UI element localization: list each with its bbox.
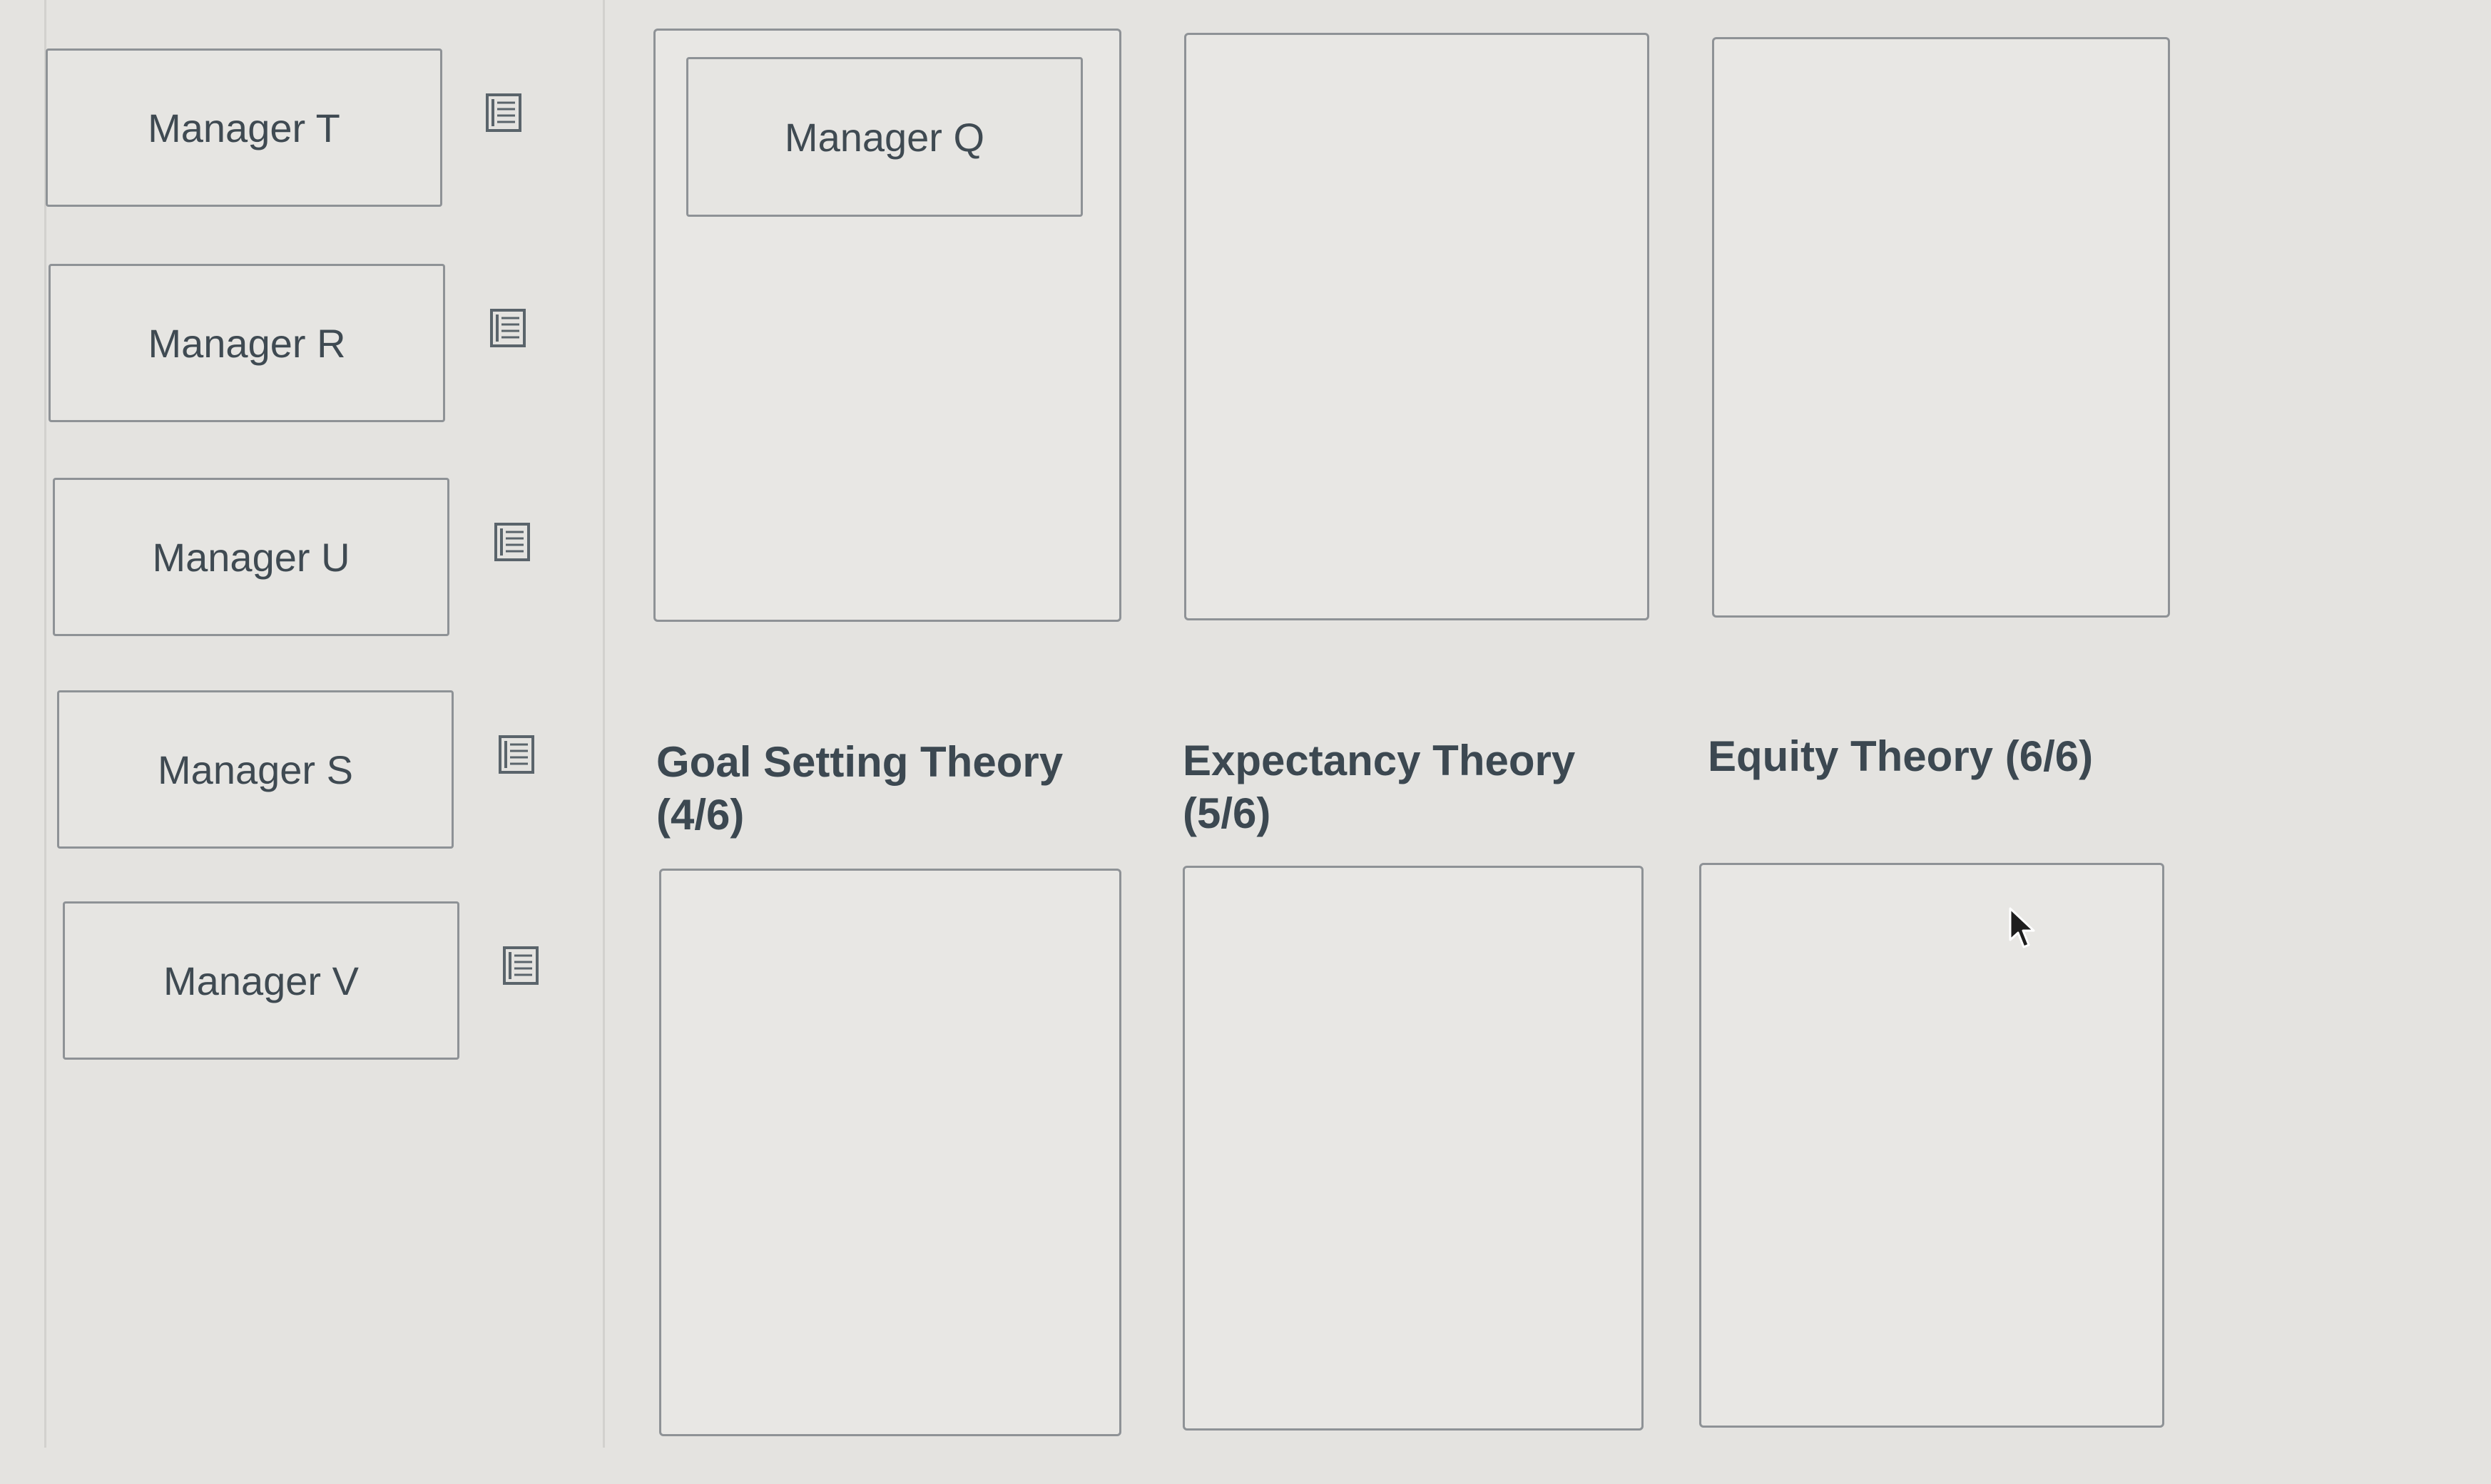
note-list-icon[interactable] — [502, 946, 539, 986]
mouse-pointer-icon — [2009, 907, 2035, 948]
drop-zone-top-3[interactable] — [1712, 37, 2170, 618]
category-count: (5/6) — [1183, 789, 1271, 837]
note-list-icon[interactable] — [485, 93, 522, 133]
card-manager-t[interactable]: Manager T — [46, 48, 442, 207]
category-title: Equity Theory (6/6) — [1708, 732, 2094, 780]
card-label: Manager T — [148, 105, 340, 150]
drop-zone-expectancy[interactable] — [1183, 866, 1644, 1431]
note-list-icon[interactable] — [489, 308, 526, 348]
card-label: Manager S — [158, 747, 353, 792]
card-label: Manager Q — [784, 114, 985, 160]
drop-zone-equity[interactable] — [1699, 863, 2164, 1428]
card-manager-s[interactable]: Manager S — [57, 690, 454, 849]
category-label-goal-setting: Goal Setting Theory (4/6) — [656, 736, 1063, 841]
category-label-expectancy: Expectancy Theory (5/6) — [1183, 735, 1575, 840]
card-manager-u[interactable]: Manager U — [53, 478, 449, 636]
card-manager-v[interactable]: Manager V — [63, 901, 459, 1060]
drop-zone-goal-setting[interactable] — [659, 869, 1121, 1436]
category-title: Expectancy Theory — [1183, 737, 1576, 784]
note-list-icon[interactable] — [498, 735, 535, 774]
note-list-icon[interactable] — [494, 522, 531, 562]
card-manager-r[interactable]: Manager R — [49, 264, 445, 422]
drop-zone-top-2[interactable] — [1184, 33, 1649, 620]
category-title: Goal Setting Theory — [656, 738, 1064, 786]
card-label: Manager V — [163, 958, 359, 1003]
category-label-equity: Equity Theory (6/6) — [1708, 730, 2093, 783]
card-label: Manager U — [152, 534, 350, 580]
card-label: Manager R — [148, 320, 346, 366]
placed-card-manager-q[interactable]: Manager Q — [686, 57, 1083, 217]
category-count: (4/6) — [656, 791, 745, 839]
